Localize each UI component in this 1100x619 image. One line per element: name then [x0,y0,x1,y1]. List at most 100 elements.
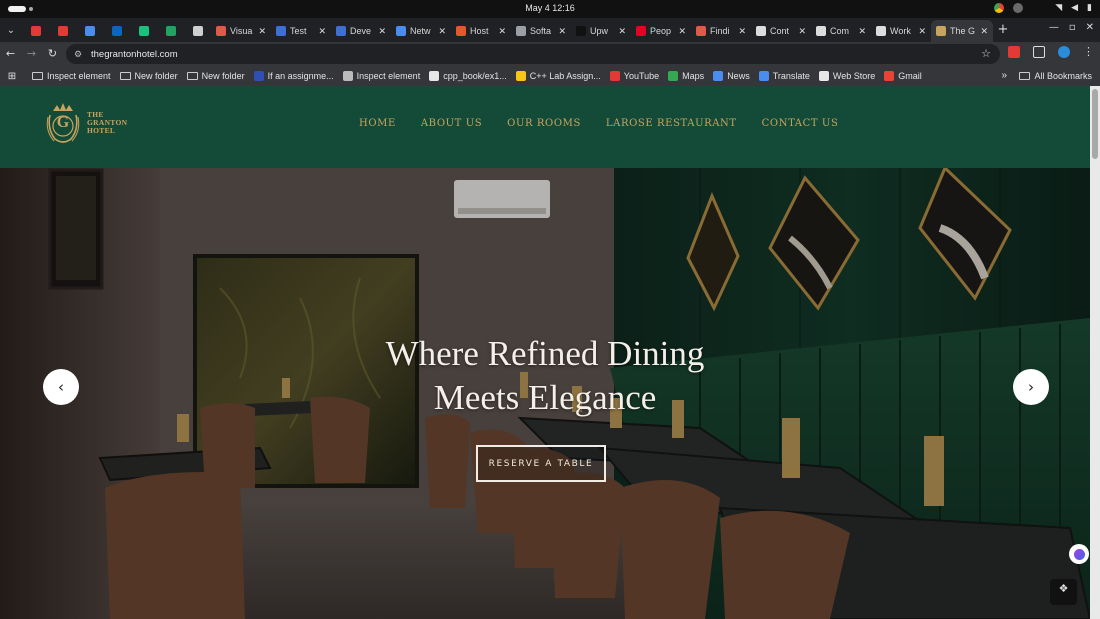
nav-about-us[interactable]: ABOUT US [421,118,482,129]
close-tab-icon[interactable]: ✕ [618,26,626,37]
close-tab-icon[interactable]: ✕ [498,26,506,37]
close-tab-icon[interactable]: ✕ [980,26,988,37]
close-tab-icon[interactable]: ✕ [558,26,566,37]
address-bar[interactable]: ⚙ thegrantonhotel.com ☆ [66,44,1000,64]
close-tab-icon[interactable]: ✕ [738,26,746,37]
bookmark-label: Gmail [898,71,922,81]
browser-tab[interactable]: Test ✕ [271,20,331,42]
tab-search-icon[interactable]: ⌄ [0,20,22,42]
bookmark-item[interactable]: C++ Lab Assign... [515,71,601,81]
close-window-icon[interactable]: ✕ [1086,22,1094,33]
close-tab-icon[interactable]: ✕ [258,26,266,37]
bookmark-item[interactable]: If an assignme... [253,71,334,81]
close-tab-icon[interactable]: ✕ [378,26,386,37]
bookmarks-bar: ⊞ Inspect element New folder New folder If … [0,66,1100,86]
browser-tab[interactable]: The G ✕ [931,20,993,42]
new-tab-button[interactable]: + [993,20,1013,42]
nav-larose-restaurant[interactable]: LAROSE RESTAURANT [606,118,737,129]
volume-icon[interactable]: ◀ [1071,3,1078,13]
browser-tab[interactable]: Visua ✕ [211,20,271,42]
youtube-icon [30,26,41,36]
close-tab-icon[interactable]: ✕ [918,26,926,37]
chrome-icon[interactable] [994,3,1005,13]
wifi-icon[interactable]: ◥ [1055,3,1062,13]
all-bookmarks-button[interactable]: All Bookmarks [1019,71,1092,81]
browser-tab[interactable]: Upw ✕ [571,20,631,42]
nav-home[interactable]: HOME [359,118,396,129]
browser-tab[interactable]: Deve ✕ [331,20,391,42]
browser-tab[interactable]: Netw ✕ [391,20,451,42]
nav-our-rooms[interactable]: OUR ROOMS [507,118,581,129]
bookmark-item[interactable]: New folder [186,71,245,81]
reserve-table-button[interactable]: RESERVE A TABLE [476,445,606,482]
bookmark-item[interactable]: Web Store [818,71,875,81]
browser-tab[interactable]: Findi ✕ [691,20,751,42]
battery-icon[interactable]: ▮ [1087,3,1092,13]
more-bookmarks-icon[interactable]: » [1001,70,1007,81]
close-tab-icon[interactable]: ✕ [798,26,806,37]
browser-tab[interactable] [184,20,211,42]
browser-tab[interactable] [76,20,103,42]
browser-tab[interactable] [49,20,76,42]
site-info-icon[interactable]: ⚙ [74,49,84,59]
url-text[interactable]: thegrantonhotel.com [91,49,178,60]
bookmark-item[interactable]: News [713,71,750,81]
floating-extension-button[interactable]: ❖ [1050,579,1077,605]
cube-icon: ❖ [1058,582,1069,595]
bookmark-item[interactable]: Gmail [884,71,922,81]
hotel-logo[interactable]: G THE GRANTON HOTEL [45,101,127,145]
bookmark-item[interactable]: YouTube [609,71,660,81]
bookmark-label: Maps [682,71,705,81]
apps-grid-icon[interactable]: ⊞ [0,71,24,82]
slider-next-button[interactable]: › [1013,369,1049,405]
close-tab-icon[interactable]: ✕ [678,26,686,37]
browser-tab[interactable]: Com ✕ [811,20,871,42]
browser-tab[interactable]: Host ✕ [451,20,511,42]
pinterest-icon [636,26,646,36]
extension-icon[interactable] [1008,45,1020,58]
bookmark-label: YouTube [623,71,660,81]
scrollbar-thumb[interactable] [1092,89,1098,159]
browser-tab[interactable] [22,20,49,42]
close-tab-icon[interactable]: ✕ [318,26,326,37]
bookmark-item[interactable]: cpp_book/ex1... [429,71,507,81]
reload-icon[interactable]: ↻ [42,44,63,64]
browser-tab[interactable]: Peop ✕ [631,20,691,42]
page-scrollbar[interactable] [1090,86,1100,619]
close-tab-icon[interactable]: ✕ [858,26,866,37]
maximize-icon[interactable]: ▫ [1069,22,1076,33]
bookmark-label: If an assignme... [267,71,334,81]
back-icon[interactable]: ← [0,44,21,64]
floating-assistant-button[interactable] [1069,544,1089,564]
website-viewport: G THE GRANTON HOTEL HOME ABOUT US OUR RO… [0,86,1100,619]
profile-avatar[interactable] [1058,45,1070,58]
bookmark-item[interactable]: Inspect element [32,71,111,81]
browser-tab[interactable] [157,20,184,42]
maps-icon [668,71,679,81]
close-tab-icon[interactable]: ✕ [438,26,446,37]
app-indicator-icon[interactable] [1013,3,1024,13]
minimize-icon[interactable]: — [1049,22,1059,33]
browser-tab[interactable]: Work ✕ [871,20,931,42]
browser-tab[interactable] [103,20,130,42]
bookmark-item[interactable]: Maps [668,71,704,81]
forward-icon[interactable]: → [21,44,42,64]
browser-tab[interactable] [130,20,157,42]
bookmark-list: Inspect element New folder New folder If an… [32,71,931,81]
bookmark-label: Translate [772,71,810,81]
slider-prev-button[interactable]: ‹ [43,369,79,405]
bookmark-item[interactable]: Translate [758,71,810,81]
hotel-icon [936,26,946,36]
browser-toolbar: ← → ↻ ⚙ thegrantonhotel.com ☆ ⋮ [0,42,1100,66]
bookmark-item[interactable]: New folder [119,71,178,81]
browser-tab[interactable]: Softa ✕ [511,20,571,42]
bookmark-star-icon[interactable]: ☆ [981,47,991,60]
upwork-icon [576,26,586,36]
site-header: G THE GRANTON HOTEL HOME ABOUT US OUR RO… [0,86,1090,168]
browser-tab[interactable]: Cont ✕ [751,20,811,42]
nav-contact-us[interactable]: CONTACT US [762,118,839,129]
bookmark-item[interactable]: Inspect element [342,71,420,81]
extensions-puzzle-icon[interactable] [1033,45,1045,58]
chrome-menu-icon[interactable]: ⋮ [1083,45,1094,58]
os-clock[interactable]: May 4 12:16 [0,3,1100,13]
